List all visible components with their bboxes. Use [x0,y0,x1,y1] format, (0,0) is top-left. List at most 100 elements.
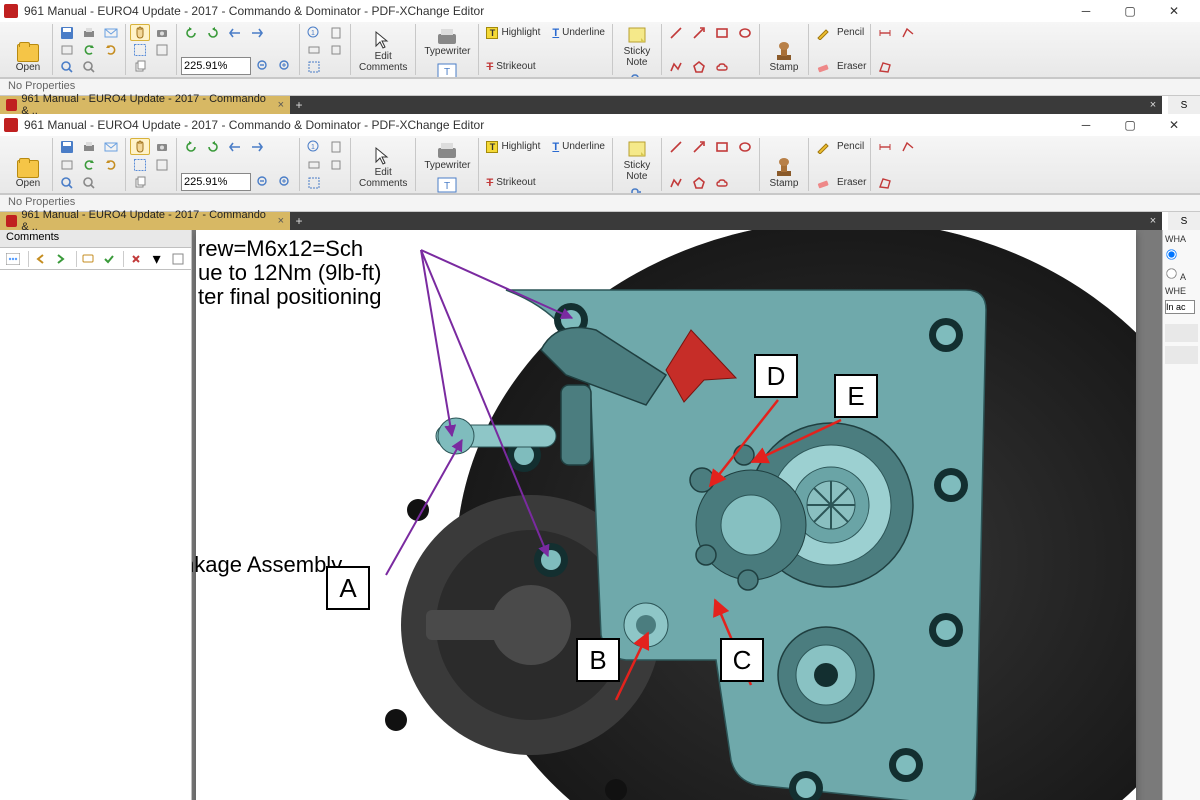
eraser-icon[interactable] [813,58,833,75]
area-icon[interactable] [875,174,895,191]
open-button[interactable]: Open [8,24,48,75]
fit-page-icon[interactable] [326,24,346,41]
delete-icon[interactable] [126,250,145,267]
maximize-button[interactable]: ▢ [1108,114,1152,136]
zoom-out-icon[interactable] [253,58,273,75]
redo-icon[interactable] [101,41,121,58]
edit-comments-button[interactable]: Edit Comments [355,138,411,191]
polygon-icon[interactable] [689,174,709,191]
save-icon[interactable] [57,138,77,155]
selection-icon[interactable] [152,156,172,173]
rectangle-icon[interactable] [712,138,732,155]
text-box-button[interactable]: T Text Box [420,59,474,78]
zoom-selection-icon[interactable] [304,174,324,191]
prev-view-icon[interactable] [225,24,245,41]
close-button[interactable]: ✕ [1152,114,1196,136]
redo-icon[interactable] [101,156,121,173]
area-icon[interactable] [875,58,895,75]
attach-file-button[interactable]: Attach File [617,70,657,78]
sticky-note-button[interactable]: Sticky Note [617,138,657,184]
tab-close-icon[interactable]: × [278,215,284,227]
find-icon[interactable] [79,174,99,191]
search-icon[interactable] [57,58,77,75]
rotate-right-icon[interactable] [203,24,223,41]
select-icon[interactable] [130,156,150,173]
undo-icon[interactable] [79,156,99,173]
sticky-note-button[interactable]: Sticky Note [617,24,657,70]
highlight-button[interactable]: THighlight [483,24,543,41]
stamp-button[interactable]: Stamp [764,24,804,75]
rotate-left-icon[interactable] [181,138,201,155]
fit-page-icon[interactable] [326,138,346,155]
undo-icon[interactable] [79,41,99,58]
document-tab[interactable]: 961 Manual - EURO4 Update - 2017 - Comma… [0,212,290,230]
typewriter-button[interactable]: Typewriter [420,138,474,173]
rotate-right-icon[interactable] [203,138,223,155]
strikeout-button[interactable]: TStrikeout [483,58,538,75]
email-icon[interactable] [101,138,121,155]
fit-visible-icon[interactable] [326,41,346,58]
fit-visible-icon[interactable] [326,156,346,173]
edit-comments-button[interactable]: Edit Comments [355,24,411,75]
copy-icon[interactable] [130,58,150,75]
line-icon[interactable] [666,138,686,155]
zoom-in-icon[interactable] [275,58,295,75]
copy-icon[interactable] [130,174,150,191]
next-view-icon[interactable] [247,138,267,155]
radio-option[interactable] [1165,248,1198,263]
search-icon[interactable] [57,174,77,191]
fit-width-icon[interactable] [304,41,324,58]
add-reply-icon[interactable] [79,250,98,267]
tab-close-all-button[interactable]: × [1144,96,1162,114]
minimize-button[interactable]: ─ [1064,114,1108,136]
hand-tool-icon[interactable] [130,24,150,41]
text-box-button[interactable]: T Text Box [420,173,474,194]
zoom-in-icon[interactable] [275,174,295,191]
maximize-button[interactable]: ▢ [1108,0,1152,22]
select-icon[interactable] [130,41,150,58]
distance-icon[interactable] [875,24,895,41]
next-comment-icon[interactable] [52,250,71,267]
underline-button[interactable]: TUnderline [549,138,608,155]
prev-comment-icon[interactable] [31,250,50,267]
arrow-icon[interactable] [689,24,709,41]
cloud-icon[interactable] [712,174,732,191]
strikeout-button[interactable]: TStrikeout [483,174,538,191]
scan-icon[interactable] [57,156,77,173]
eraser-icon[interactable] [813,174,833,191]
zoom-actual-icon[interactable]: 1 [304,138,324,155]
perimeter-icon[interactable] [898,24,918,41]
zoom-out-icon[interactable] [253,174,273,191]
options-icon[interactable] [4,250,23,267]
close-button[interactable]: ✕ [1152,0,1196,22]
save-icon[interactable] [57,24,77,41]
document-tab[interactable]: 961 Manual - EURO4 Update - 2017 - Comma… [0,96,290,114]
distance-icon[interactable] [875,138,895,155]
add-tab-button[interactable]: + [290,96,308,114]
rotate-left-icon[interactable] [181,24,201,41]
snapshot-icon[interactable] [152,24,172,41]
document-viewport[interactable]: rew=M6x12=Sch ue to 12Nm (9lb-ft) ter fi… [192,230,1162,800]
zoom-selection-icon[interactable] [304,58,324,75]
pencil-icon[interactable] [813,24,833,41]
snapshot-icon[interactable] [152,138,172,155]
underline-button[interactable]: TUnderline [549,24,608,41]
polyline-icon[interactable] [666,174,686,191]
fit-width-icon[interactable] [304,156,324,173]
rectangle-icon[interactable] [712,24,732,41]
scan-icon[interactable] [57,41,77,58]
add-tab-button[interactable]: + [290,212,308,230]
oval-icon[interactable] [735,24,755,41]
oval-icon[interactable] [735,138,755,155]
check-icon[interactable] [99,250,118,267]
side-tab[interactable]: S [1162,212,1200,230]
selection-icon[interactable] [152,41,172,58]
find-icon[interactable] [79,58,99,75]
pencil-icon[interactable] [813,138,833,155]
next-view-icon[interactable] [247,24,267,41]
hand-tool-icon[interactable] [130,138,150,155]
zoom-input[interactable] [181,57,251,75]
polygon-icon[interactable] [689,58,709,75]
radio-option[interactable]: A [1165,267,1198,282]
attach-file-button[interactable]: Attach File [617,184,657,194]
